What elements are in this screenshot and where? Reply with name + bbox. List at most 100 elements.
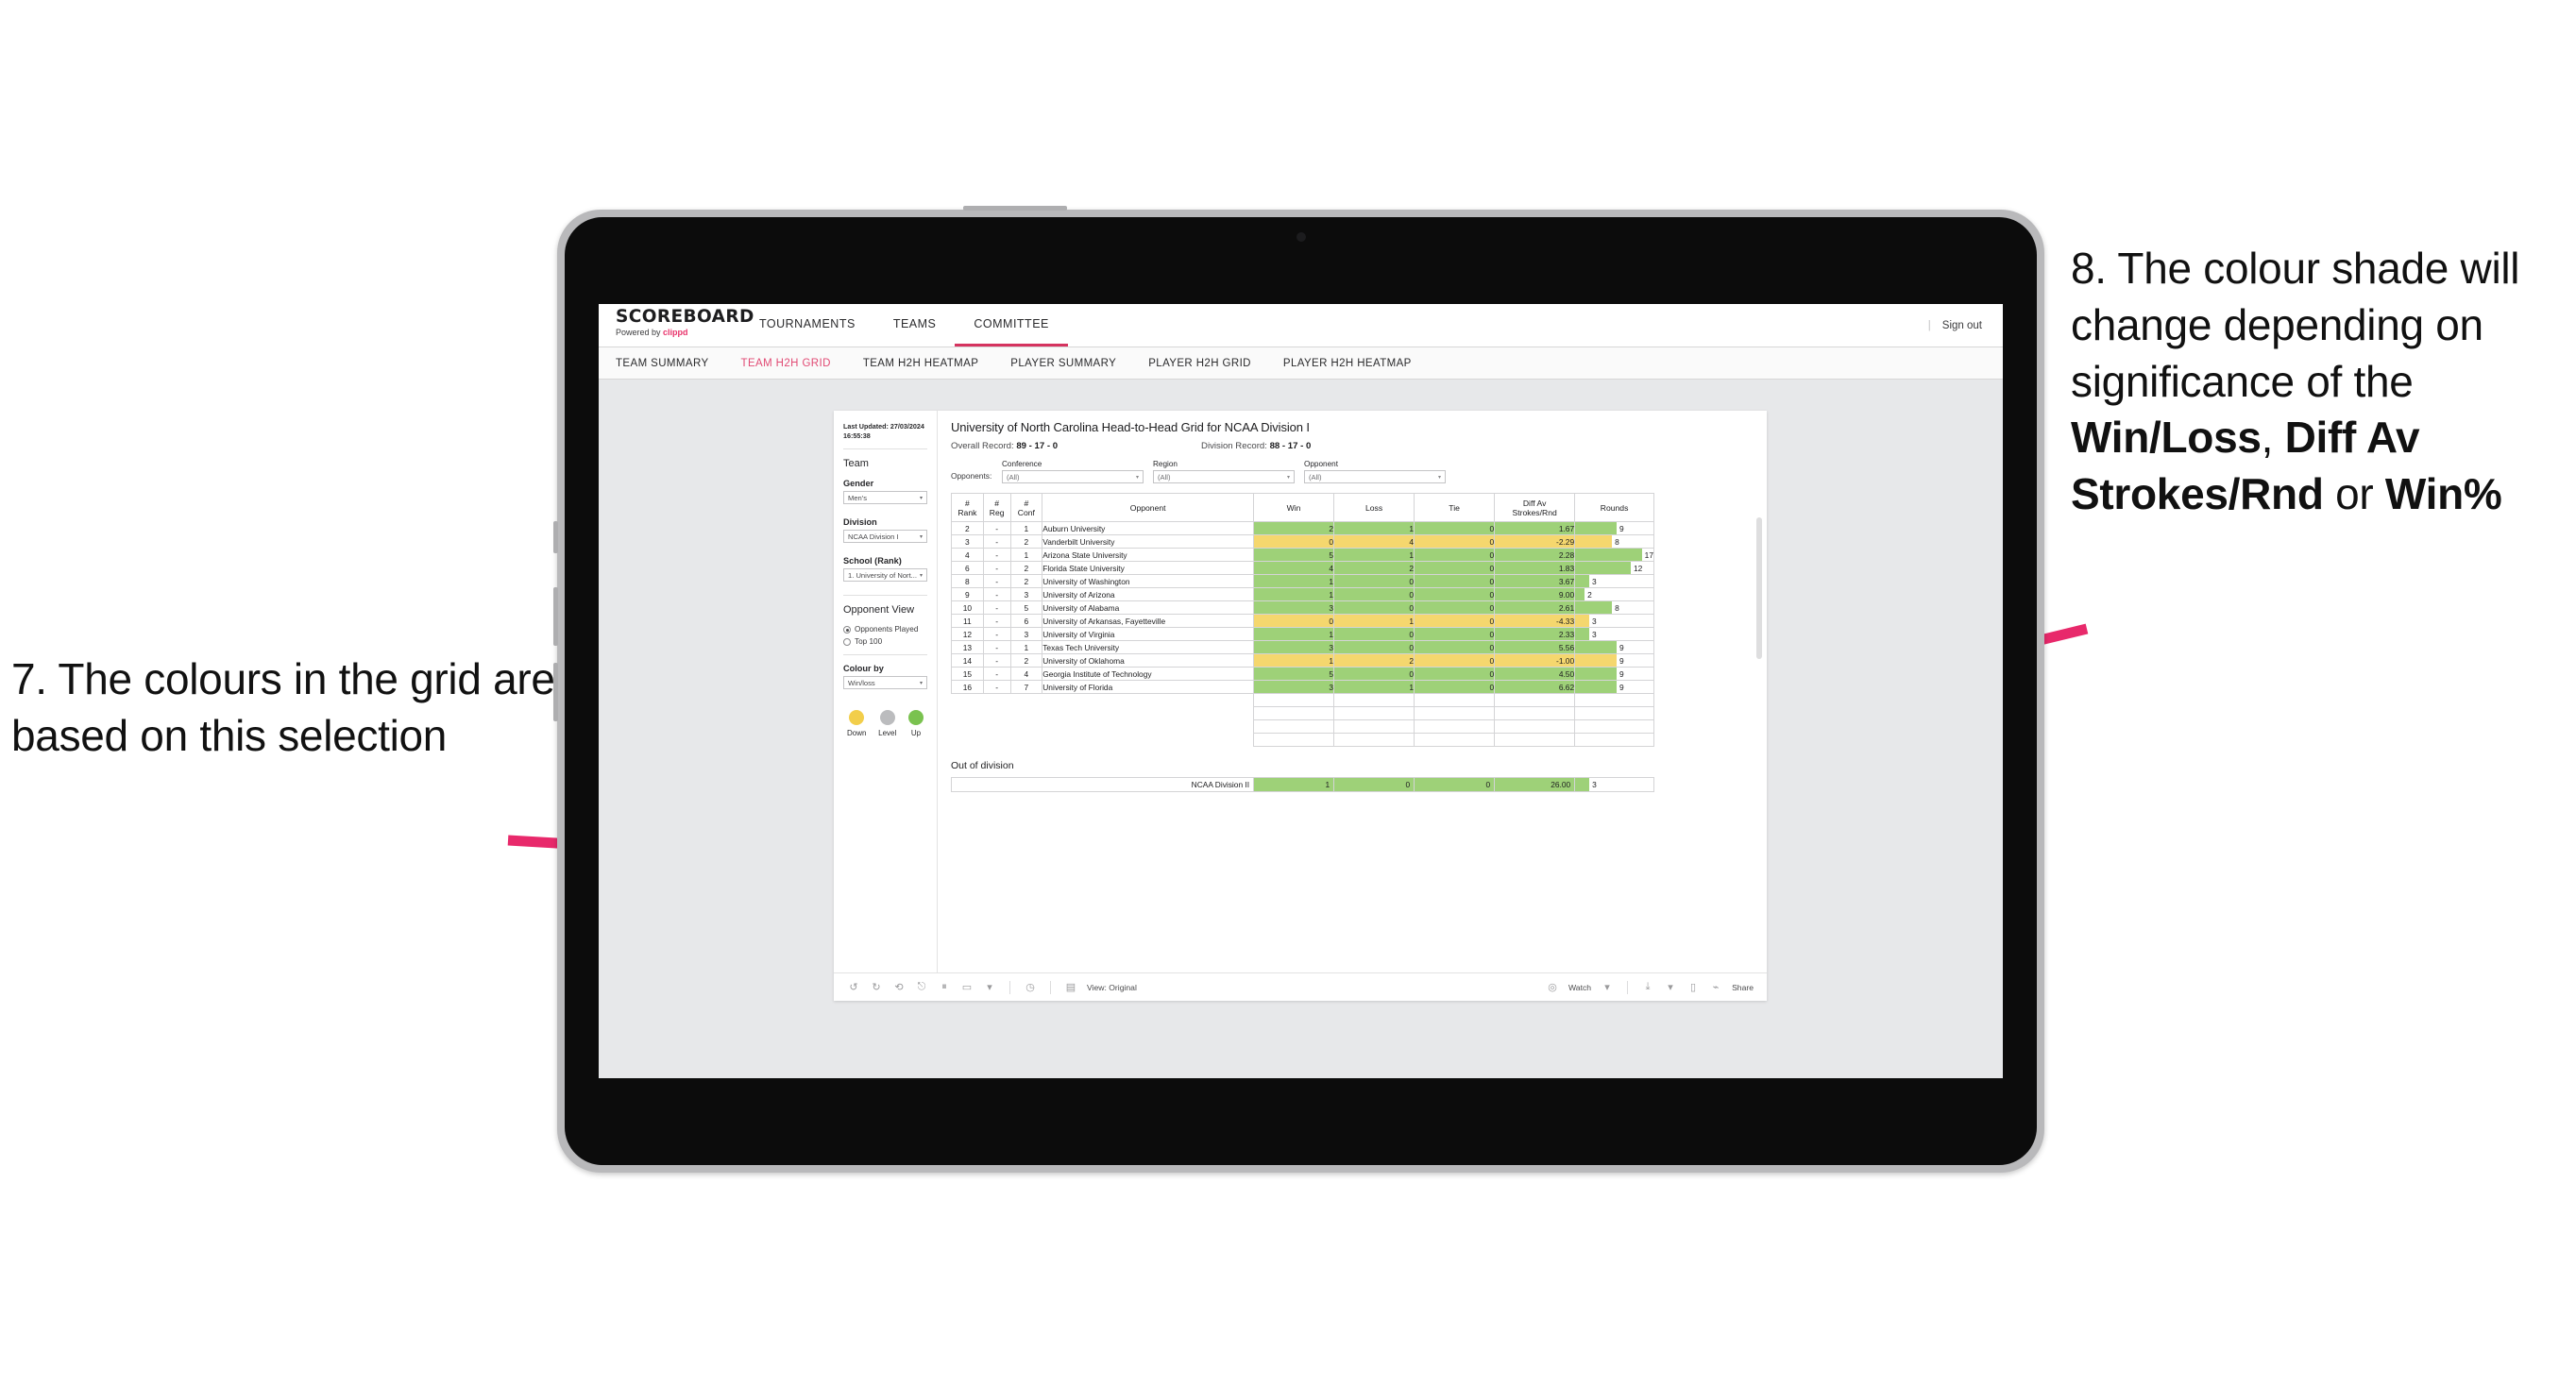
cell-reg: - [982, 614, 1011, 628]
cell-opponent: Arizona State University [1042, 548, 1255, 562]
rounds-bar-cell: 3 [1574, 614, 1654, 628]
opponent-filters: Opponents: Conference (All) ▾ Region (Al… [951, 460, 1754, 483]
top-navigation-bar: SCOREBOARD Powered by clippd TOURNAMENTS… [599, 304, 2003, 347]
col-win[interactable]: Win [1253, 493, 1335, 522]
cell-reg: - [982, 534, 1011, 549]
share-label[interactable]: Share [1732, 983, 1754, 992]
empty-cell [1010, 720, 1042, 734]
rounds-bar-cell: 9 [1574, 653, 1654, 668]
table-row[interactable]: 6-2 Florida State University 4 2 0 1.83 12 [951, 561, 1654, 575]
cell-diff: 2.28 [1494, 548, 1576, 562]
cell-reg: - [982, 521, 1011, 535]
rounds-bar-cell: 8 [1574, 600, 1654, 615]
col-conf[interactable]: # Conf [1009, 493, 1043, 522]
subnav-item-player-h2h-heatmap[interactable]: PLAYER H2H HEATMAP [1283, 358, 1412, 369]
nav-item-committee[interactable]: COMMITTEE [955, 304, 1068, 346]
filter-conference-label: Conference [1002, 460, 1042, 468]
col-tie[interactable]: Tie [1414, 493, 1496, 522]
empty-cell [983, 734, 1010, 747]
device-preview-icon[interactable]: ▯ [1686, 981, 1700, 994]
overall-record: Overall Record: 89 - 17 - 0 [951, 441, 1058, 451]
filter-opponent-select[interactable]: (All) ▾ [1304, 470, 1446, 483]
nav-item-tournaments[interactable]: TOURNAMENTS [740, 304, 874, 346]
school-select[interactable]: 1. University of Nort... ▾ [843, 568, 927, 583]
cell-rank: 12 [951, 627, 984, 641]
empty-cell [952, 734, 984, 747]
table-scrollbar[interactable] [1756, 517, 1762, 659]
table-row[interactable]: 2-1 Auburn University 2 1 0 1.67 9 [951, 521, 1654, 535]
toolbar-divider-1 [1009, 980, 1010, 994]
cell-win: 2 [1253, 521, 1335, 535]
table-row[interactable]: 13-1 Texas Tech University 3 0 0 5.56 9 [951, 640, 1654, 654]
cell-opponent: Florida State University [1042, 561, 1255, 575]
col-loss[interactable]: Loss [1333, 493, 1415, 522]
view-icon[interactable]: ▤ [1064, 981, 1077, 994]
subnav-item-team-h2h-grid[interactable]: TEAM H2H GRID [741, 358, 831, 369]
filter-region-select[interactable]: (All) ▾ [1153, 470, 1295, 483]
chevron-down-icon[interactable]: ▾ [1664, 981, 1677, 994]
chevron-down-icon: ▾ [919, 572, 923, 579]
tablet-power-button [963, 206, 1067, 211]
rounds-bar-cell: 12 [1574, 561, 1654, 575]
col-opponent[interactable]: Opponent [1042, 493, 1255, 522]
table-row[interactable]: 15-4 Georgia Institute of Technology 5 0 0 4.… [951, 667, 1654, 681]
subnav-item-team-summary[interactable]: TEAM SUMMARY [616, 358, 709, 369]
cell-reg: - [982, 640, 1011, 654]
alerts-icon[interactable]: ◷ [1024, 981, 1037, 994]
tablet-screen: SCOREBOARD Powered by clippd TOURNAMENTS… [599, 304, 2003, 1078]
share-icon[interactable]: ⌁ [1709, 981, 1722, 994]
empty-cell [1333, 719, 1415, 734]
empty-cell [952, 694, 984, 707]
pause-icon[interactable]: ⏸ [938, 981, 951, 994]
division-select[interactable]: NCAA Division I ▾ [843, 530, 927, 544]
subnav-item-player-h2h-grid[interactable]: PLAYER H2H GRID [1148, 358, 1251, 369]
table-row[interactable]: 10-5 University of Alabama 3 0 0 2.61 8 [951, 600, 1654, 615]
table-row[interactable]: 9-3 University of Arizona 1 0 0 9.00 2 [951, 587, 1654, 601]
table-row[interactable]: 16-7 University of Florida 3 1 0 6.62 9 [951, 680, 1654, 694]
col-rank[interactable]: # Rank [951, 493, 984, 522]
download-icon[interactable]: ⤓ [1641, 981, 1654, 994]
empty-cell [1494, 733, 1576, 747]
out-of-division-row[interactable]: NCAA Division II 1 0 0 26.00 3 [950, 777, 1654, 792]
gender-select[interactable]: Men's ▾ [843, 491, 927, 505]
filter-region: Region (All) ▾ [1153, 460, 1295, 483]
redo-icon[interactable]: ↻ [870, 981, 883, 994]
table-row[interactable]: 11-6 University of Arkansas, Fayetteville… [951, 614, 1654, 628]
view-label[interactable]: View: Original [1087, 983, 1137, 992]
subnav-item-player-summary[interactable]: PLAYER SUMMARY [1010, 358, 1116, 369]
watch-icon[interactable]: ◎ [1546, 981, 1559, 994]
cell-tie: 0 [1414, 627, 1496, 641]
cell-diff: 9.00 [1494, 587, 1576, 601]
table-row[interactable]: 4-1 Arizona State University 5 1 0 2.28 17 [951, 548, 1654, 562]
cell-loss: 0 [1333, 574, 1415, 588]
col-rounds[interactable]: Rounds [1574, 493, 1654, 522]
col-diff-av-strokes[interactable]: Diff Av Strokes/Rnd [1494, 493, 1576, 522]
undo-icon[interactable]: ↺ [847, 981, 860, 994]
cell-diff: 2.33 [1494, 627, 1576, 641]
subnav-item-team-h2h-heatmap[interactable]: TEAM H2H HEATMAP [863, 358, 978, 369]
brand-logo[interactable]: SCOREBOARD Powered by clippd [599, 304, 754, 346]
chevron-down-icon[interactable]: ▾ [983, 981, 996, 994]
col-reg[interactable]: # Reg [982, 493, 1011, 522]
sign-out-link[interactable]: Sign out [1942, 320, 1982, 331]
table-row[interactable]: 8-2 University of Washington 1 0 0 3.67 3 [951, 574, 1654, 588]
table-row[interactable]: 12-3 University of Virginia 1 0 0 2.33 3 [951, 627, 1654, 641]
refresh-icon[interactable]: ⎋ [915, 981, 928, 994]
view-original-shape-icon[interactable]: ▭ [960, 981, 974, 994]
empty-cell [983, 707, 1010, 720]
screenshot-root: 7. The colours in the grid are based on … [0, 0, 2576, 1386]
chevron-down-icon[interactable]: ▾ [1601, 981, 1614, 994]
empty-cell [1494, 706, 1576, 720]
radio-opponents-played[interactable]: Opponents Played [843, 625, 927, 634]
chevron-down-icon: ▾ [1135, 474, 1139, 481]
table-row[interactable]: 3-2 Vanderbilt University 0 4 0 -2.29 8 [951, 534, 1654, 549]
cell-win: 4 [1253, 561, 1335, 575]
radio-top-100[interactable]: Top 100 [843, 637, 927, 646]
revert-icon[interactable]: ⟲ [892, 981, 906, 994]
filter-conference-select[interactable]: (All) ▾ [1002, 470, 1144, 483]
table-row[interactable]: 14-2 University of Oklahoma 1 2 0 -1.00 9 [951, 653, 1654, 668]
colour-by-select[interactable]: Win/loss ▾ [843, 676, 927, 690]
nav-item-teams[interactable]: TEAMS [874, 304, 956, 346]
division-record-label: Division Record: [1201, 441, 1270, 451]
watch-label[interactable]: Watch [1568, 983, 1591, 992]
